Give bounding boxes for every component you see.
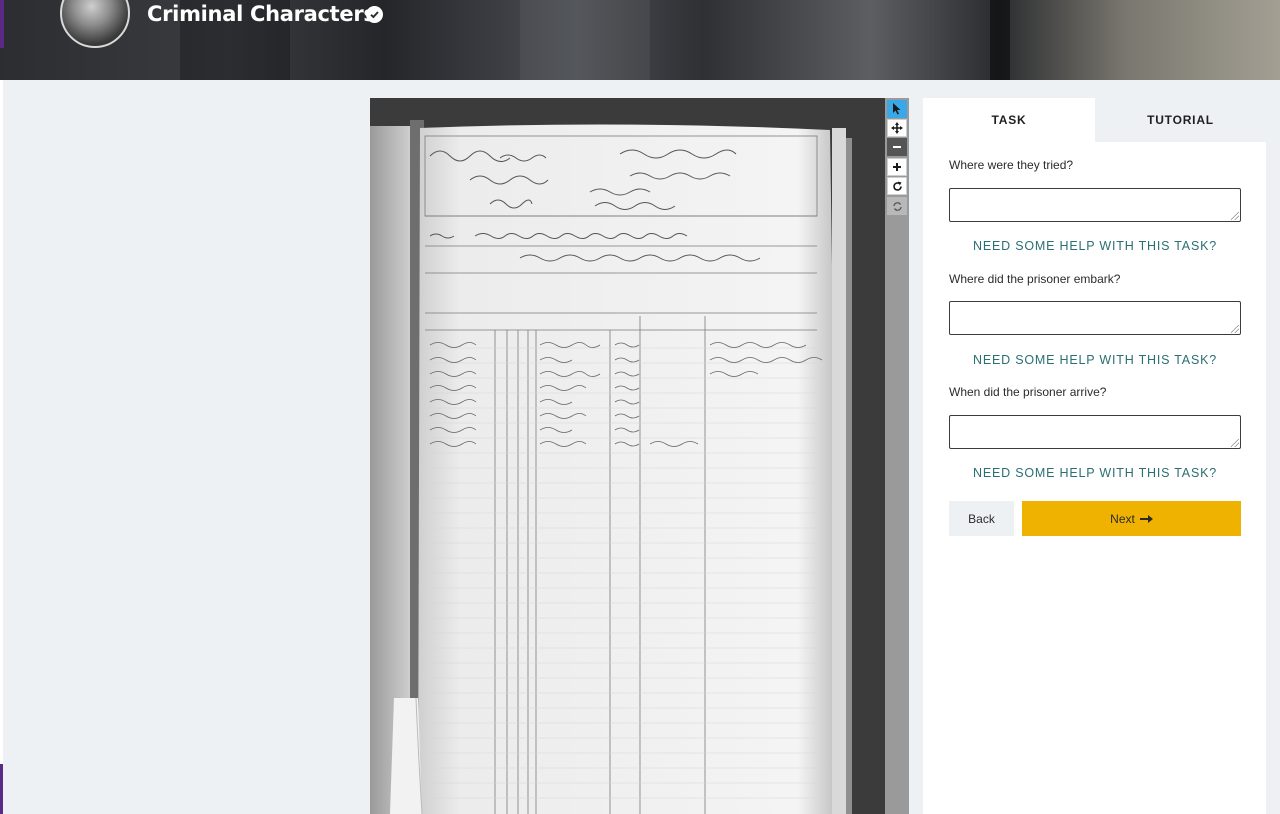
project-avatar[interactable] [60, 0, 130, 48]
ledger-page-image[interactable] [370, 98, 885, 814]
check-circle-icon [366, 6, 383, 23]
plus-icon[interactable] [887, 158, 907, 176]
rotate-icon[interactable] [887, 177, 907, 195]
resize-grip-icon[interactable] [1231, 325, 1239, 333]
minus-icon[interactable] [887, 138, 907, 156]
next-button[interactable]: Next [1022, 501, 1241, 536]
subject-viewer[interactable] [370, 98, 885, 814]
next-button-label: Next [1110, 511, 1135, 526]
arrival-date-field[interactable] [949, 415, 1241, 449]
tried-location-field[interactable] [949, 188, 1241, 222]
refresh-icon[interactable] [887, 197, 907, 215]
resize-grip-icon[interactable] [1231, 439, 1239, 447]
help-link[interactable]: NEED SOME HELP WITH THIS TASK? [949, 239, 1241, 253]
help-link[interactable]: NEED SOME HELP WITH THIS TASK? [949, 353, 1241, 367]
resize-grip-icon[interactable] [1231, 212, 1239, 220]
tab-tutorial[interactable]: TUTORIAL [1095, 98, 1266, 142]
question-label-embark: Where did the prisoner embark? [949, 272, 1121, 286]
task-panel: TASK TUTORIAL Where were they tried? NEE… [923, 98, 1266, 814]
help-link[interactable]: NEED SOME HELP WITH THIS TASK? [949, 466, 1241, 480]
header-photo-strip [990, 0, 1010, 80]
question-label-arrive: When did the prisoner arrive? [949, 385, 1107, 399]
page-accent [0, 764, 3, 814]
pointer-icon[interactable] [887, 100, 907, 118]
project-title[interactable]: Criminal Characters [147, 2, 376, 26]
tab-task[interactable]: TASK [923, 98, 1095, 142]
arrow-right-icon [1139, 514, 1153, 523]
move-icon[interactable] [887, 119, 907, 137]
project-header: Criminal Characters [0, 0, 1280, 80]
question-label-tried: Where were they tried? [949, 158, 1074, 172]
header-accent [0, 0, 4, 48]
page-left-edge [0, 80, 3, 764]
embark-location-field[interactable] [949, 301, 1241, 335]
back-button[interactable]: Back [949, 501, 1014, 536]
header-photo-strip [520, 0, 650, 80]
